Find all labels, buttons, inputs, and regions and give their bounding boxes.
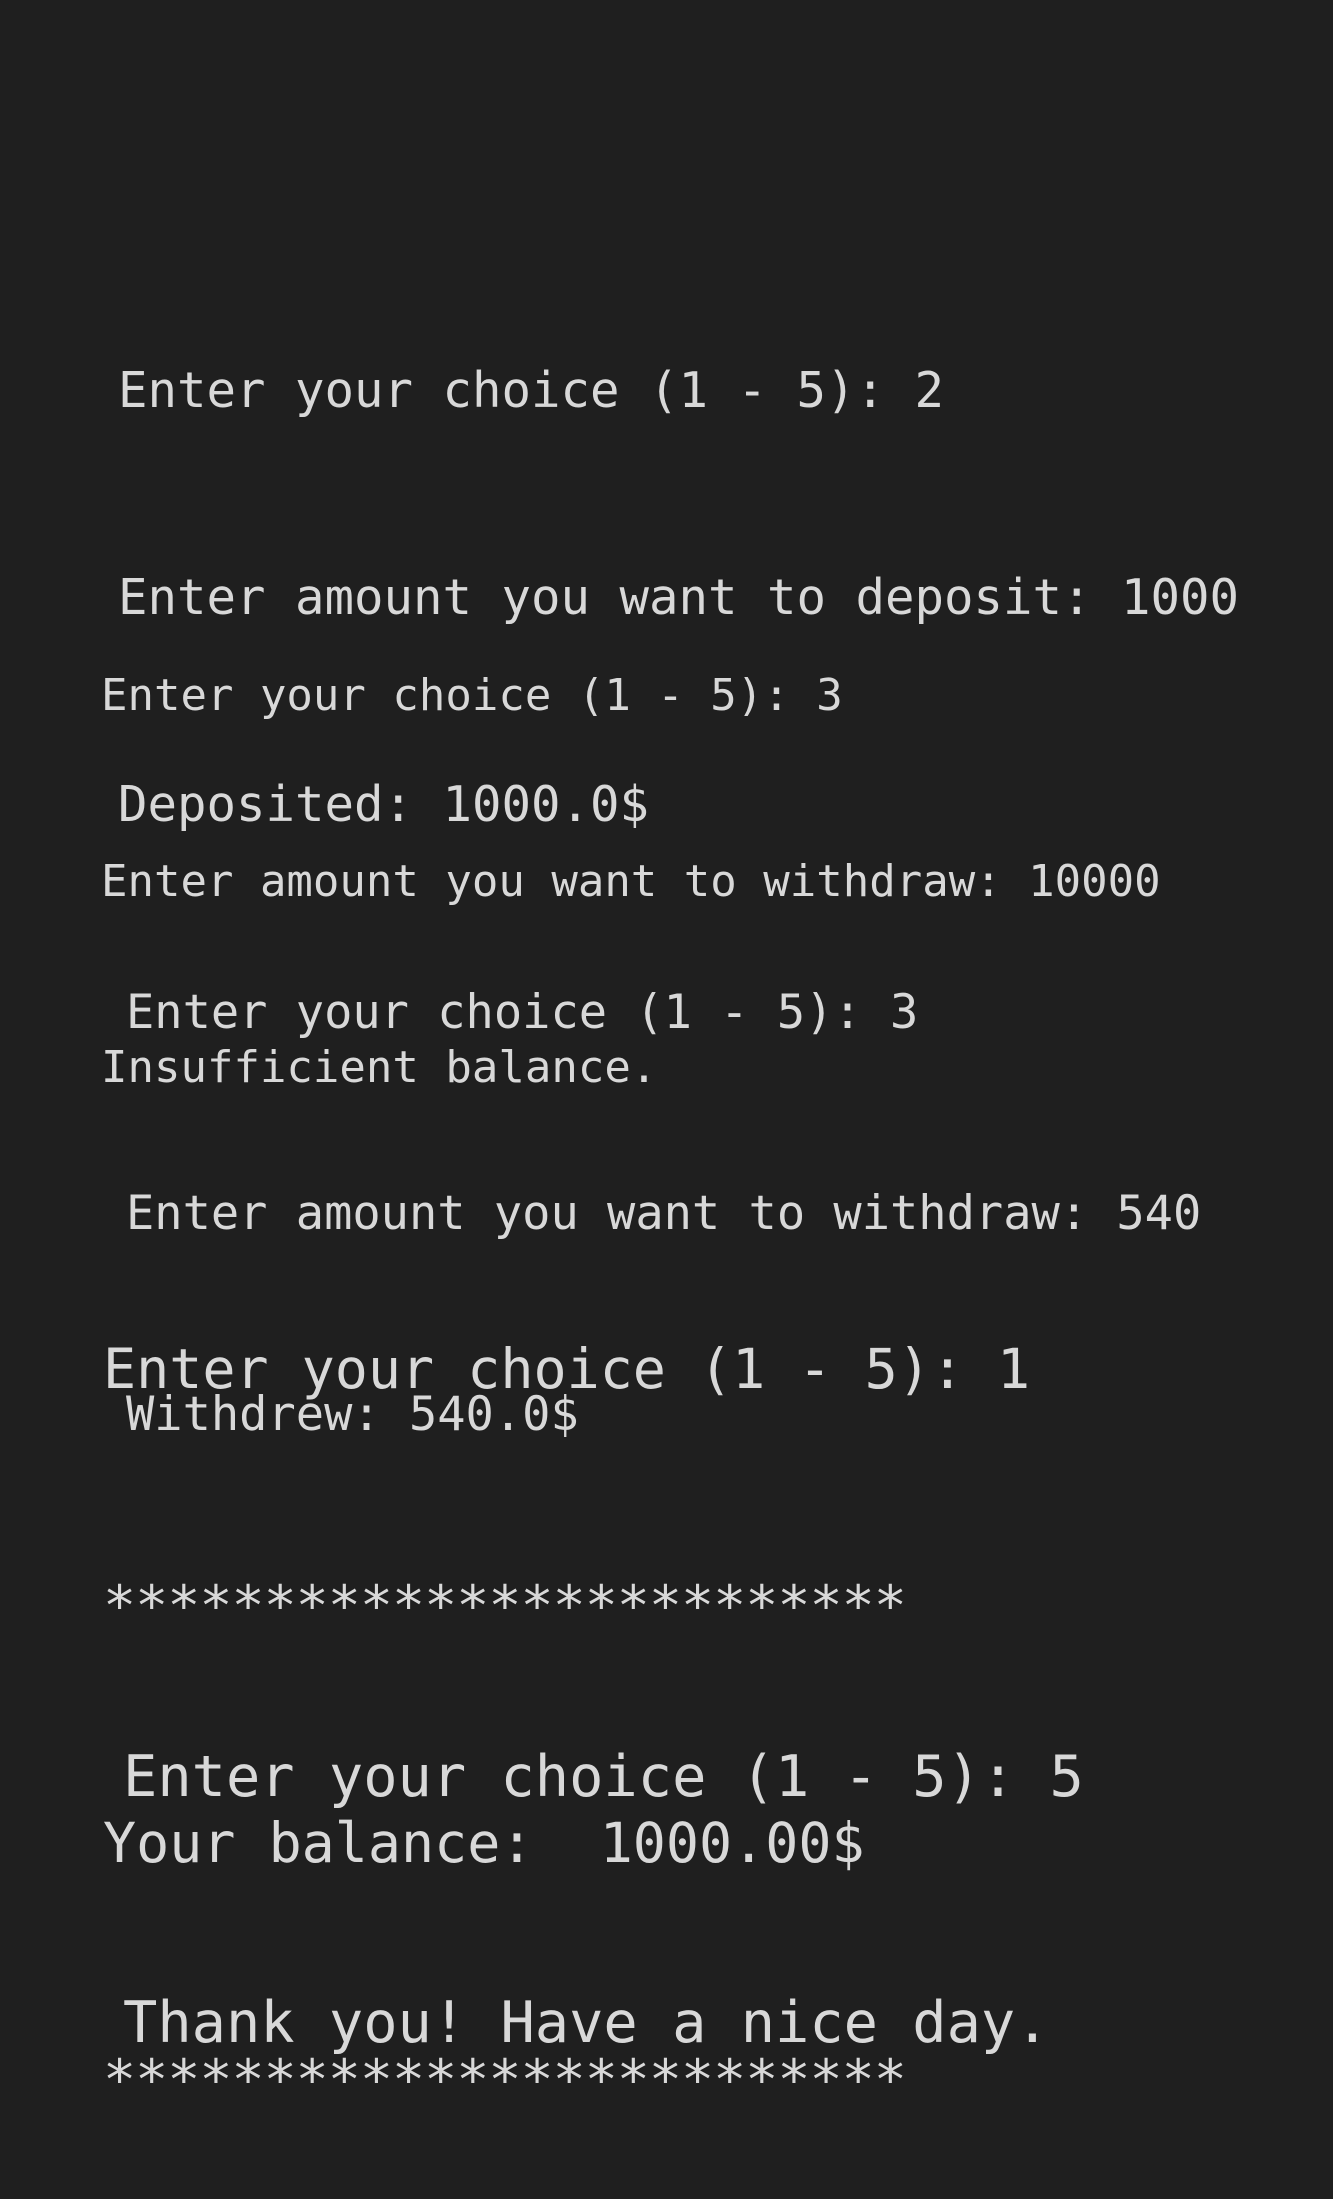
choice-prompt-line: Enter your choice (1 - 5): 1 (103, 1337, 1031, 1401)
choice-prompt-line: Enter your choice (1 - 5): 3 (126, 985, 919, 1040)
choice-prompt-line: Enter your choice (1 - 5): 2 (118, 362, 945, 419)
choice-prompt-line: Enter your choice (1 - 5): 3 (101, 670, 843, 721)
choice-prompt-line: Enter your choice (1 - 5): 5 (123, 1744, 1084, 1810)
goodbye-message-line: Thank you! Have a nice day. (123, 1990, 1050, 2056)
exit-output: Enter your choice (1 - 5): 5 Thank you! … (123, 1572, 1084, 2146)
